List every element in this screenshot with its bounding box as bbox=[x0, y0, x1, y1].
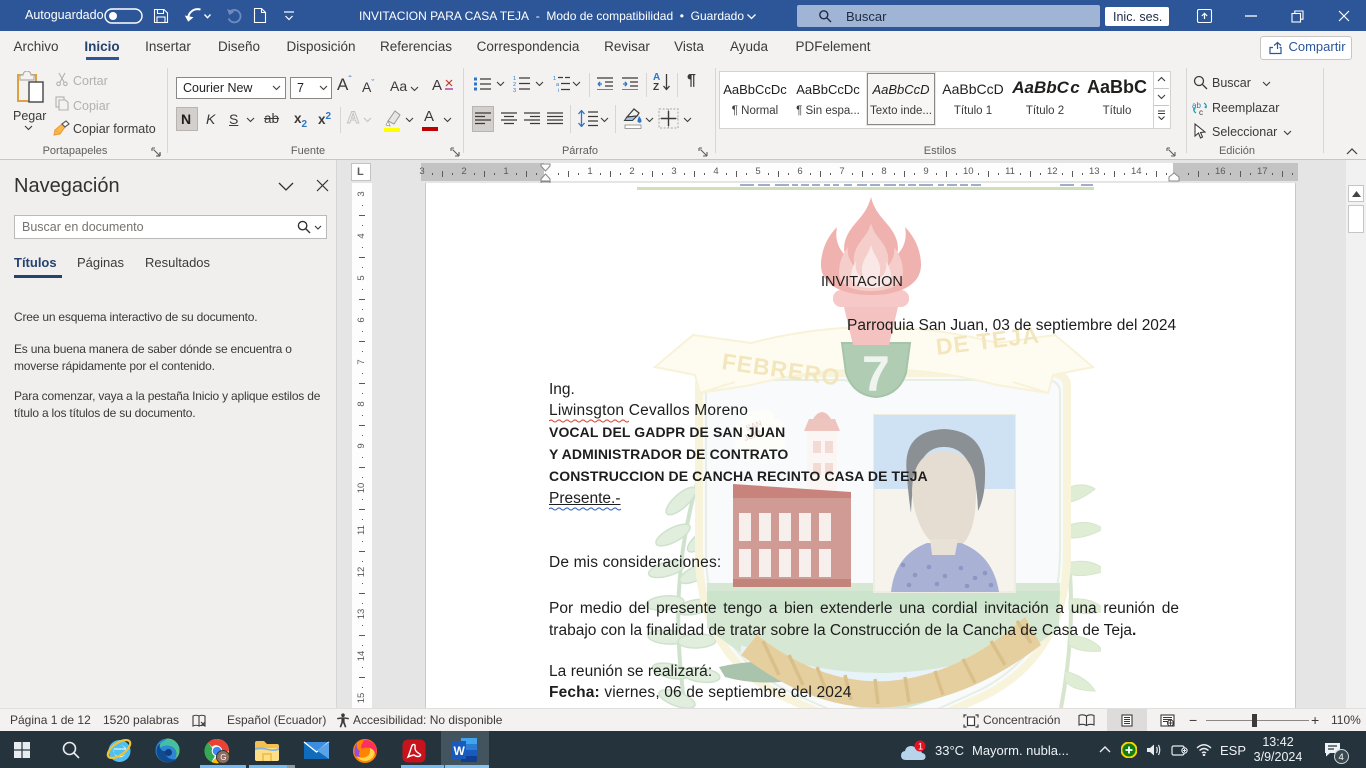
svg-text:7: 7 bbox=[862, 346, 890, 402]
svg-text:G: G bbox=[220, 753, 226, 762]
svg-text:4: 4 bbox=[1339, 752, 1344, 763]
svg-text:3: 3 bbox=[513, 88, 516, 92]
svg-text:c: c bbox=[1199, 108, 1203, 116]
svg-text:i: i bbox=[558, 88, 559, 92]
svg-text:W: W bbox=[454, 744, 466, 758]
svg-text:1: 1 bbox=[918, 742, 923, 752]
